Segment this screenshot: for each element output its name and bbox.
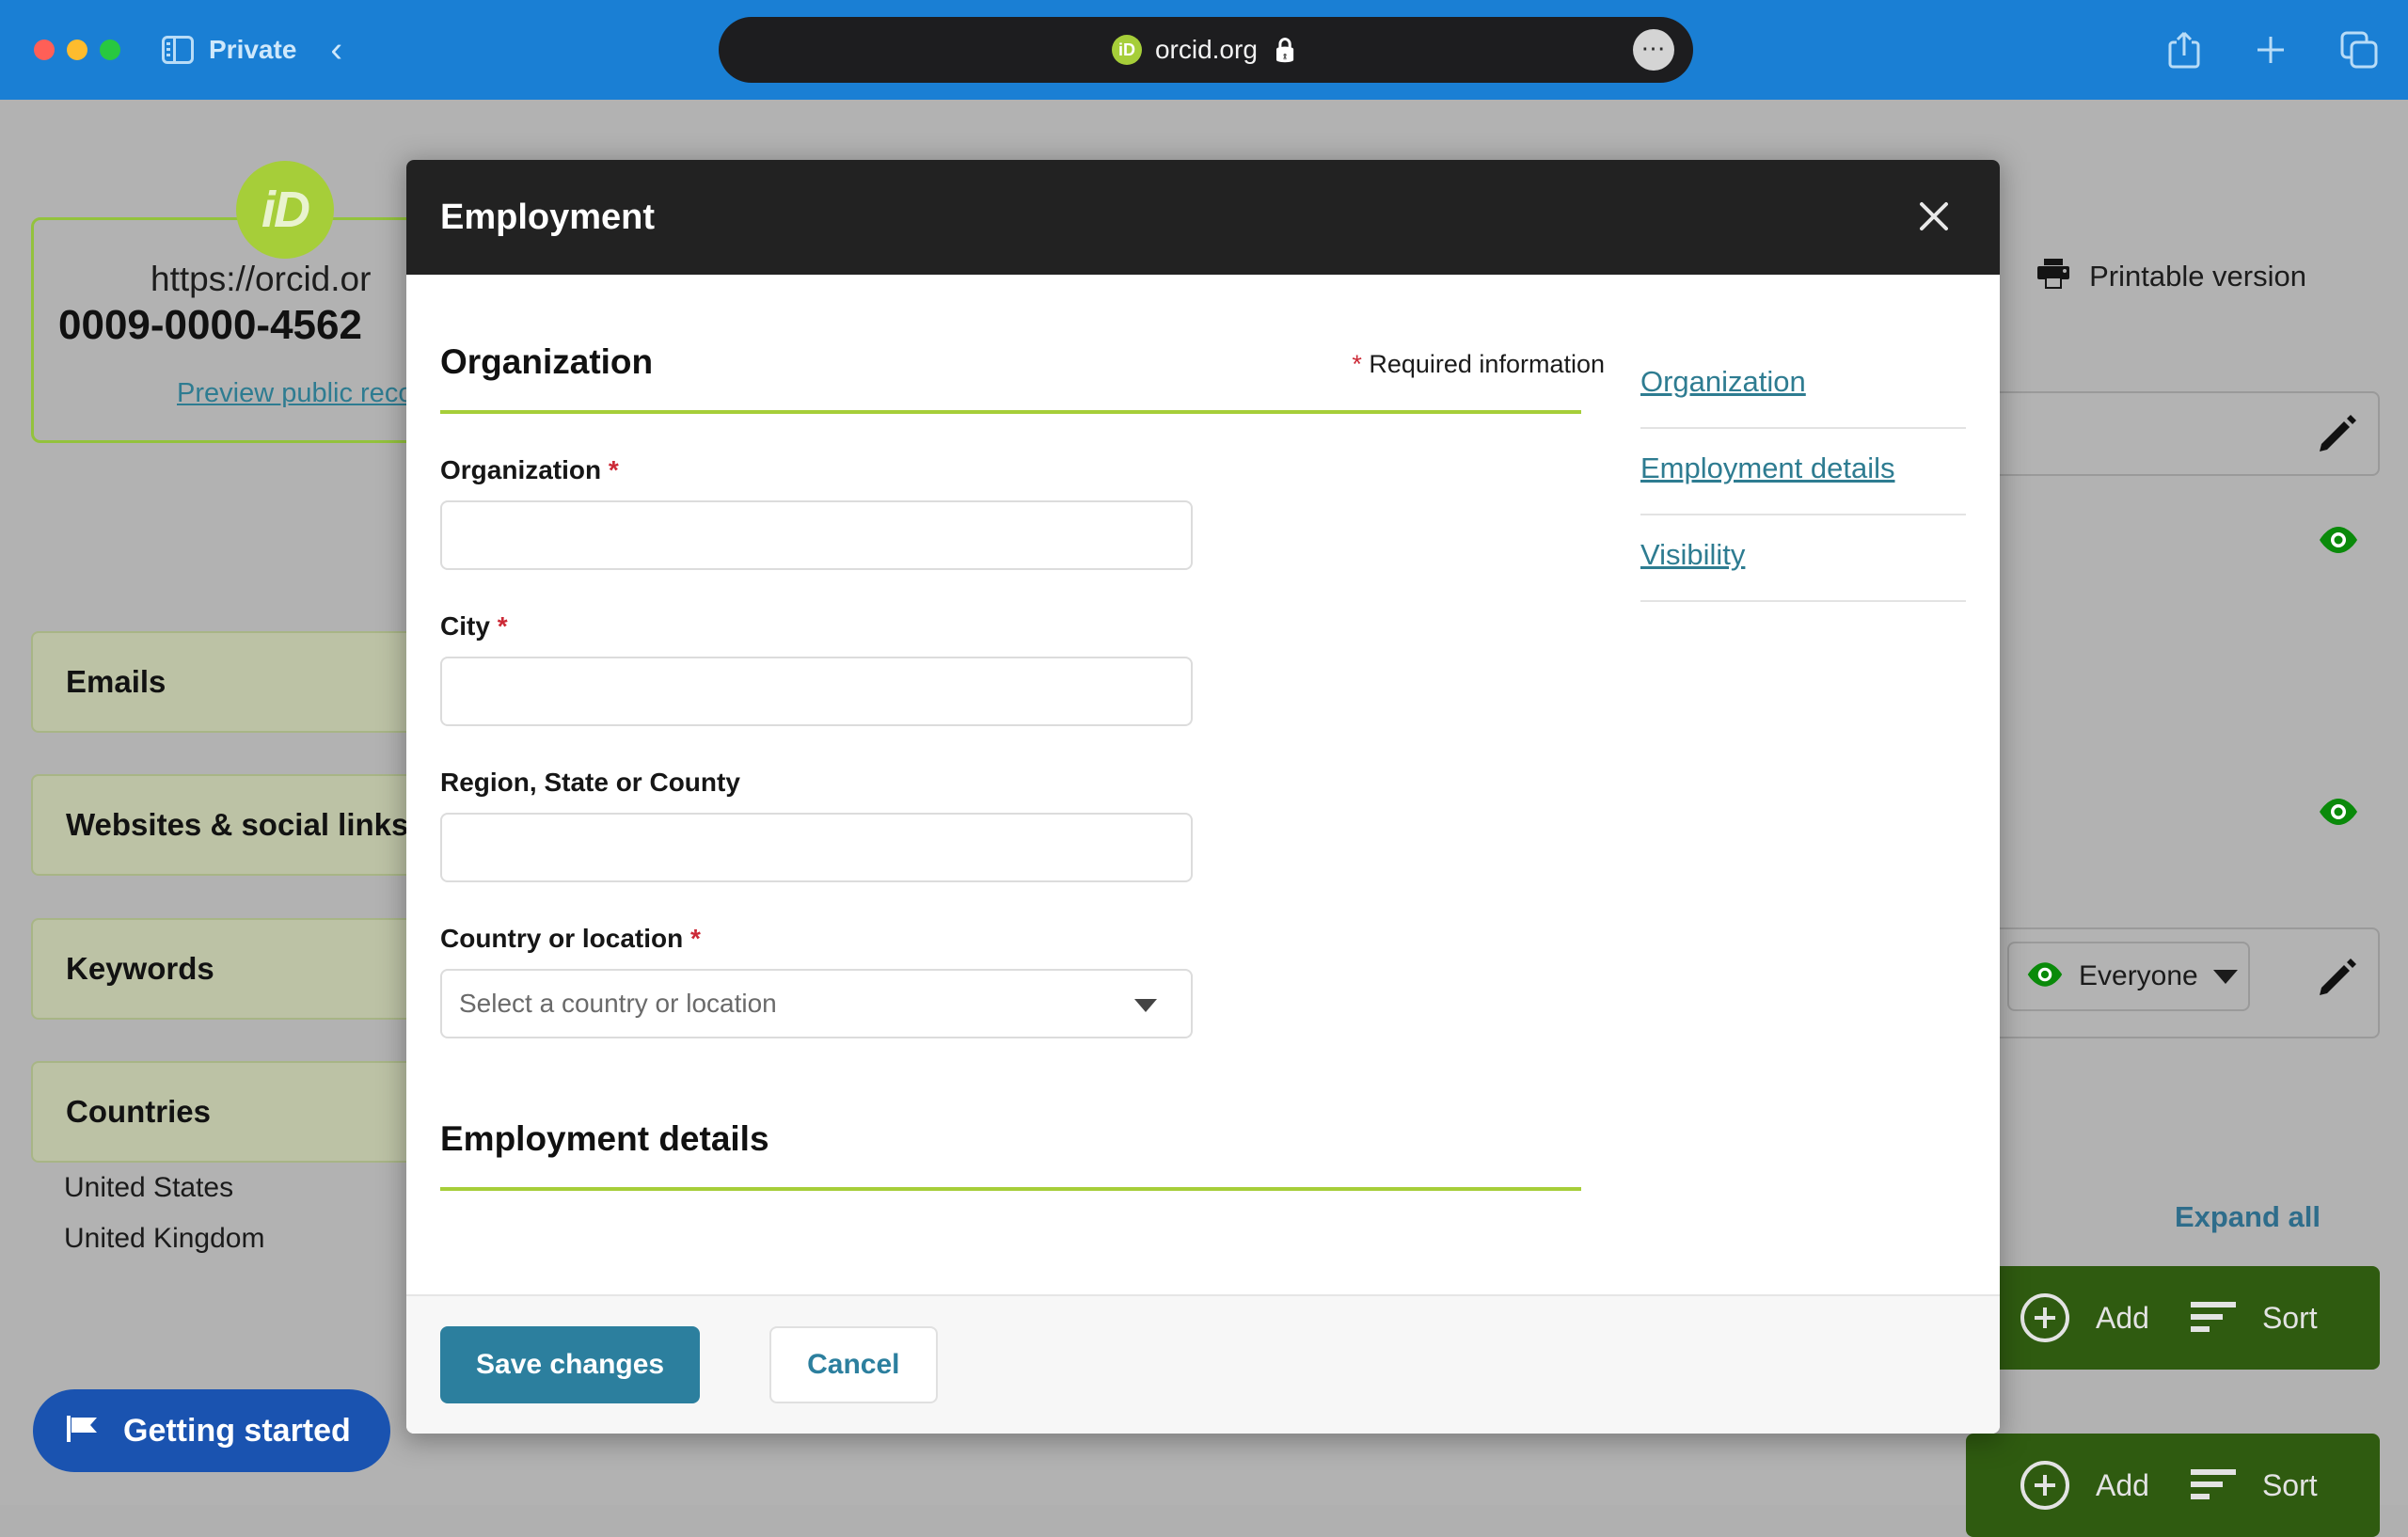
close-icon[interactable] [1902,184,1966,248]
employment-modal: Employment * Required information Organi… [406,160,2000,1434]
site-favicon-icon: iD [1111,35,1142,65]
section-title-employment-details: Employment details [440,1119,769,1158]
getting-started-button[interactable]: Getting started [33,1389,390,1472]
field-country: Country or location * [440,924,1550,1038]
url-text: orcid.org [1154,35,1258,64]
country-select-wrapper [440,969,1193,1038]
edit-record-button-top[interactable] [2305,399,2372,467]
orcid-id-value: 0009-0000-4562 [58,302,362,348]
address-bar[interactable]: iD orcid.org 🔒 ⋯ [719,17,1693,83]
printer-icon [2036,258,2070,294]
visibility-select[interactable]: Everyone [2007,942,2250,1011]
cancel-button[interactable]: Cancel [769,1326,938,1403]
nav-item-visibility[interactable]: Visibility [1640,515,1966,602]
printable-version-button[interactable]: Printable version [2036,258,2306,294]
sort-button-label[interactable]: Sort [2262,1301,2318,1336]
add-button-label[interactable]: Add [2096,1468,2149,1503]
field-label: City * [440,611,1550,642]
plus-icon[interactable] [2252,31,2289,69]
sort-button-label[interactable]: Sort [2262,1468,2318,1503]
orcid-url: https://orcid.or [150,260,372,298]
panel-title: Emails [66,664,166,699]
panel-title: Countries [66,1094,212,1129]
share-icon[interactable] [2165,29,2203,71]
orcid-logo-icon: iD [236,161,334,259]
modal-body: * Required information Organization Orga… [406,275,2000,1294]
field-region: Region, State or County [440,768,1550,882]
preview-public-record-link[interactable]: Preview public recor [177,378,422,409]
expand-all-link[interactable]: Expand all [2175,1200,2321,1234]
modal-title: Employment [440,197,656,237]
private-label: Private [209,35,297,64]
label-text: Country or location [440,924,684,953]
add-sort-bar-1: Add Sort [1966,1266,2380,1370]
modal-form-column: Organization Organization * City * Regio… [440,275,1581,1191]
tab-overview-icon[interactable] [2338,29,2380,71]
browser-actions [2165,0,2380,100]
region-input[interactable] [440,813,1193,882]
organization-input[interactable] [440,500,1193,570]
required-asterisk: * [690,924,701,953]
section-divider-organization [440,410,1581,414]
panel-title: Keywords [66,951,214,986]
eye-icon [2026,961,2064,992]
field-label: Region, State or County [440,768,1550,798]
field-organization: Organization * [440,455,1550,570]
save-changes-button[interactable]: Save changes [440,1326,701,1403]
printable-version-label: Printable version [2089,259,2306,293]
label-text: City [440,611,490,641]
required-asterisk: * [497,611,508,641]
modal-header: Employment [406,160,2000,275]
sort-icon[interactable] [2190,1469,2236,1501]
section-title-organization: Organization [440,342,654,381]
maximize-window-button[interactable] [100,40,120,60]
visibility-value: Everyone [2079,960,2198,991]
nav-link-label: Employment details [1640,452,1895,484]
minimize-window-button[interactable] [67,40,87,60]
plus-circle-icon[interactable] [2020,1293,2069,1342]
back-chevron-icon[interactable]: ‹ [330,32,342,68]
field-label: Country or location * [440,924,1550,954]
required-asterisk: * [608,455,619,484]
field-label: Organization * [440,455,1550,485]
nav-link-label: Visibility [1640,538,1746,571]
sidebar-toggle-icon[interactable] [162,36,194,64]
section-divider-employment-details [440,1187,1581,1191]
add-button-label[interactable]: Add [2096,1301,2149,1336]
visibility-eye-icon-2[interactable] [2318,798,2359,826]
nav-item-organization[interactable]: Organization [1640,365,1966,429]
modal-section-nav: Organization Employment details Visibili… [1640,365,1966,602]
getting-started-label: Getting started [123,1412,351,1449]
field-city: City * [440,611,1550,726]
panel-title: Websites & social links [66,807,409,842]
edit-record-button-visibility[interactable] [2305,943,2372,1010]
country-select-input[interactable] [440,969,1193,1038]
private-browsing-indicator: Private ‹ [162,32,342,68]
visibility-eye-icon-1[interactable] [2318,526,2359,554]
sort-icon[interactable] [2190,1302,2236,1334]
flag-icon [65,1412,103,1450]
lock-icon: 🔒 [1270,36,1301,63]
plus-circle-icon[interactable] [2020,1461,2069,1510]
nav-link-label: Organization [1640,365,1806,398]
browser-toolbar: Private ‹ iD orcid.org 🔒 ⋯ [0,0,2408,100]
city-input[interactable] [440,657,1193,726]
window-traffic-lights[interactable] [34,40,120,60]
close-window-button[interactable] [34,40,55,60]
label-text: Organization [440,455,602,484]
add-sort-bar-2: Add Sort [1966,1434,2380,1537]
label-text: Region, State or County [440,768,740,797]
chevron-down-icon [2212,969,2238,984]
modal-footer: Save changes Cancel [406,1294,2000,1434]
more-options-icon[interactable]: ⋯ [1633,29,1674,71]
nav-item-employment-details[interactable]: Employment details [1640,429,1966,515]
